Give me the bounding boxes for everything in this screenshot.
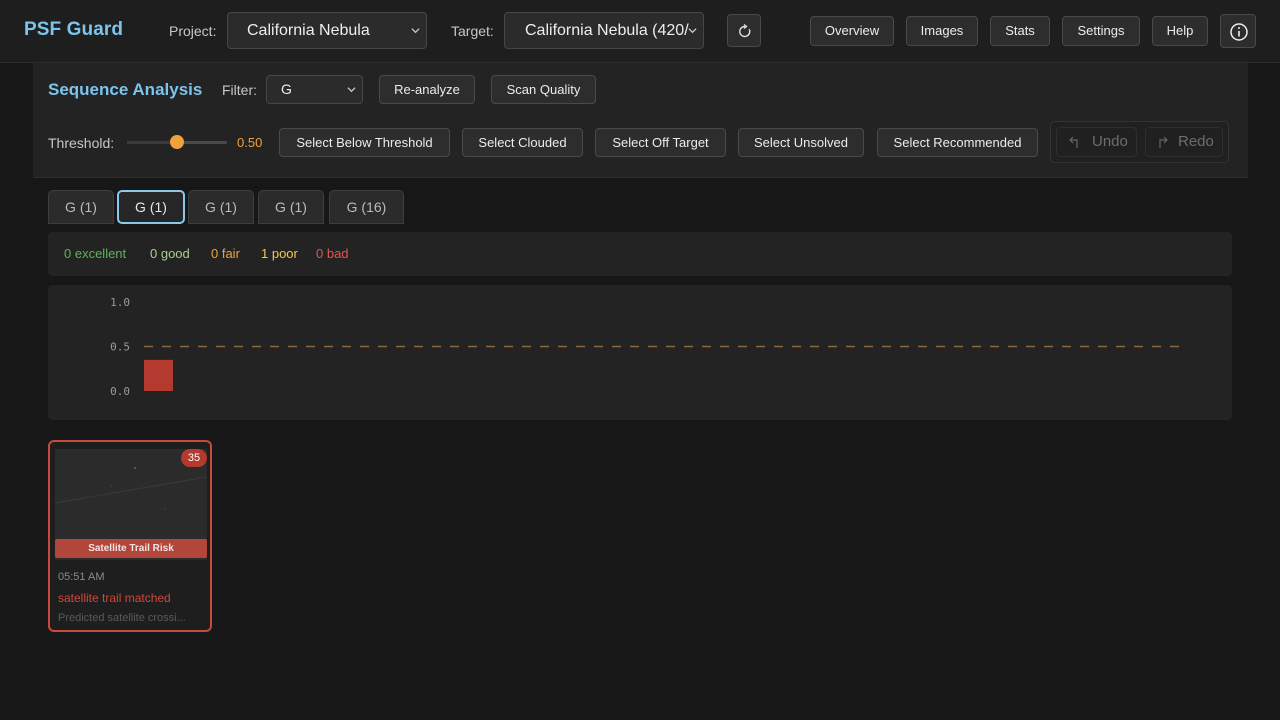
- redo-label: Redo: [1178, 133, 1214, 150]
- select-below-threshold-button[interactable]: Select Below Threshold: [279, 128, 450, 157]
- project-select-value: California Nebula: [247, 22, 370, 39]
- bad-count: 0 bad: [316, 246, 349, 261]
- nav-settings-button[interactable]: Settings: [1062, 16, 1140, 46]
- target-label: Target:: [451, 23, 494, 39]
- match-status: satellite trail matched: [58, 591, 171, 605]
- select-clouded-button[interactable]: Select Clouded: [462, 128, 583, 157]
- image-card[interactable]: 35 Satellite Trail Risk 05:51 AM satelli…: [48, 440, 212, 632]
- filter-select[interactable]: G: [266, 75, 363, 104]
- target-select-value: California Nebula (420/: [525, 22, 689, 39]
- target-select[interactable]: California Nebula (420/: [504, 12, 704, 49]
- quality-summary: 0 excellent 0 good 0 fair 1 poor 0 bad: [48, 232, 1232, 276]
- tab-filter-1[interactable]: G (1): [48, 190, 114, 224]
- threshold-slider-thumb[interactable]: [170, 135, 184, 149]
- threshold-slider[interactable]: [127, 135, 227, 149]
- sequence-panel: Sequence Analysis Filter: G Re-analyze S…: [33, 63, 1248, 178]
- info-icon: [1230, 23, 1248, 41]
- tab-filter-2[interactable]: G (1): [117, 190, 185, 224]
- undo-redo-group: Undo Redo: [1050, 121, 1229, 163]
- match-description: Predicted satellite crossi...: [58, 612, 186, 624]
- threshold-label: Threshold:: [48, 135, 115, 151]
- quality-bar[interactable]: [144, 359, 173, 391]
- nav-images-button[interactable]: Images: [906, 16, 978, 46]
- filter-select-value: G: [281, 81, 292, 97]
- y-tick-label: 0.5: [110, 341, 130, 354]
- excellent-count: 0 excellent: [64, 246, 127, 261]
- top-bar: PSF Guard Project: California Nebula Tar…: [0, 0, 1280, 63]
- app-brand: PSF Guard: [24, 19, 124, 40]
- nav-overview-button[interactable]: Overview: [810, 16, 894, 46]
- redo-button[interactable]: Redo: [1145, 127, 1223, 157]
- refresh-icon: [739, 23, 751, 38]
- fair-count: 0 fair: [211, 246, 240, 261]
- scan-quality-button[interactable]: Scan Quality: [491, 75, 596, 104]
- tab-filter-4[interactable]: G (1): [258, 190, 324, 224]
- poor-count: 1 poor: [261, 246, 298, 261]
- capture-time: 05:51 AM: [58, 571, 105, 583]
- undo-icon: [1069, 136, 1078, 148]
- redo-icon: [1159, 136, 1168, 148]
- select-unsolved-button[interactable]: Select Unsolved: [738, 128, 864, 157]
- info-button[interactable]: [1220, 14, 1256, 48]
- tab-filter-5[interactable]: G (16): [329, 190, 404, 224]
- quality-chart-svg: 1.0 0.5 0.0: [110, 296, 1184, 398]
- chevron-down-icon: [411, 28, 420, 34]
- project-select[interactable]: California Nebula: [227, 12, 427, 49]
- select-recommended-button[interactable]: Select Recommended: [877, 128, 1038, 157]
- undo-label: Undo: [1092, 133, 1128, 150]
- quality-chart: 1.0 0.5 0.0: [48, 285, 1232, 420]
- y-tick-label: 0.0: [110, 385, 130, 398]
- good-count: 0 good: [150, 246, 190, 261]
- nav-help-button[interactable]: Help: [1152, 16, 1208, 46]
- tab-filter-3[interactable]: G (1): [188, 190, 254, 224]
- filter-label: Filter:: [222, 82, 257, 98]
- project-label: Project:: [169, 23, 217, 39]
- risk-label: Satellite Trail Risk: [55, 539, 207, 558]
- score-badge: 35: [181, 449, 207, 467]
- chevron-down-icon: [347, 87, 356, 93]
- undo-button[interactable]: Undo: [1056, 127, 1137, 157]
- y-tick-label: 1.0: [110, 296, 130, 309]
- reanalyze-button[interactable]: Re-analyze: [379, 75, 475, 104]
- chevron-down-icon: [688, 28, 697, 34]
- sequence-title: Sequence Analysis: [48, 80, 203, 99]
- refresh-button[interactable]: [727, 14, 761, 47]
- nav-stats-button[interactable]: Stats: [990, 16, 1050, 46]
- threshold-value: 0.50: [237, 135, 263, 150]
- select-off-target-button[interactable]: Select Off Target: [595, 128, 726, 157]
